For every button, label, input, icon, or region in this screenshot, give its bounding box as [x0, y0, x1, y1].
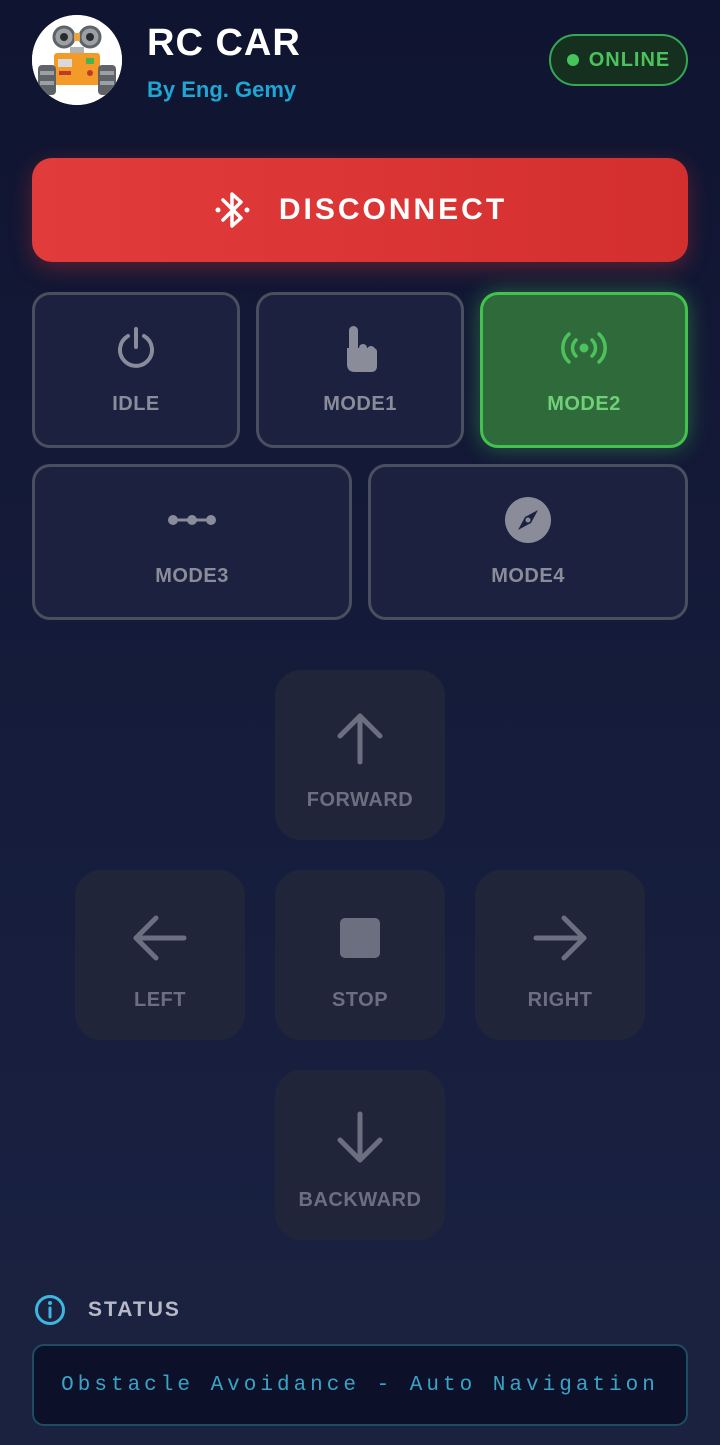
mode-label-mode4: MODE4	[491, 565, 565, 587]
mode-button-mode4[interactable]: MODE4	[368, 464, 688, 620]
mode-button-mode1[interactable]: MODE1	[256, 292, 464, 448]
info-icon	[34, 1294, 66, 1326]
app-subtitle: By Eng. Gemy	[147, 77, 297, 102]
robot-avatar-icon	[32, 15, 122, 105]
left-label: LEFT	[134, 989, 186, 1011]
mode-button-mode2[interactable]: MODE2	[480, 292, 688, 448]
app-title: RC CAR	[147, 22, 301, 64]
arrow-down-icon	[330, 1108, 390, 1168]
compass-icon	[503, 495, 553, 545]
status-badge-label: ONLINE	[588, 48, 671, 71]
arrow-right-icon	[530, 908, 590, 968]
status-panel: STATUS Obstacle Avoidance - Auto Navigat…	[0, 1260, 720, 1445]
power-icon	[111, 323, 161, 373]
broadcast-icon	[559, 323, 609, 373]
status-title: STATUS	[88, 1298, 181, 1321]
touch-icon	[335, 323, 385, 373]
mode-label-idle: IDLE	[112, 393, 160, 415]
arrow-up-icon	[330, 708, 390, 768]
stop-button[interactable]: STOP	[275, 870, 445, 1040]
forward-label: FORWARD	[306, 789, 414, 811]
bluetooth-icon	[213, 188, 253, 232]
mode-button-mode3[interactable]: MODE3	[32, 464, 352, 620]
stop-label: STOP	[331, 989, 389, 1011]
disconnect-button-label: DISCONNECT	[278, 193, 508, 226]
app-screen: RC CAR By Eng. Gemy ONLINE DISCONNECT ID…	[0, 0, 720, 1445]
mode-button-idle[interactable]: IDLE	[32, 292, 240, 448]
right-button[interactable]: RIGHT	[475, 870, 645, 1040]
right-label: RIGHT	[527, 989, 593, 1011]
arrow-left-icon	[130, 908, 190, 968]
backward-label: BACKWARD	[298, 1189, 422, 1211]
stop-square-icon	[330, 908, 390, 968]
forward-button[interactable]: FORWARD	[275, 670, 445, 840]
disconnect-button[interactable]: DISCONNECT	[32, 158, 688, 262]
status-badge: ONLINE	[549, 34, 688, 86]
line-nodes-icon	[167, 495, 217, 545]
backward-button[interactable]: BACKWARD	[275, 1070, 445, 1240]
left-button[interactable]: LEFT	[75, 870, 245, 1040]
online-dot-icon	[566, 54, 579, 66]
mode-label-mode1: MODE1	[323, 393, 397, 415]
status-header: STATUS	[34, 1294, 181, 1326]
status-message: Obstacle Avoidance - Auto Navigation	[61, 1373, 659, 1397]
mode-label-mode3: MODE3	[155, 565, 229, 587]
status-message-box: Obstacle Avoidance - Auto Navigation	[32, 1344, 688, 1426]
mode-label-mode2: MODE2	[547, 393, 621, 415]
